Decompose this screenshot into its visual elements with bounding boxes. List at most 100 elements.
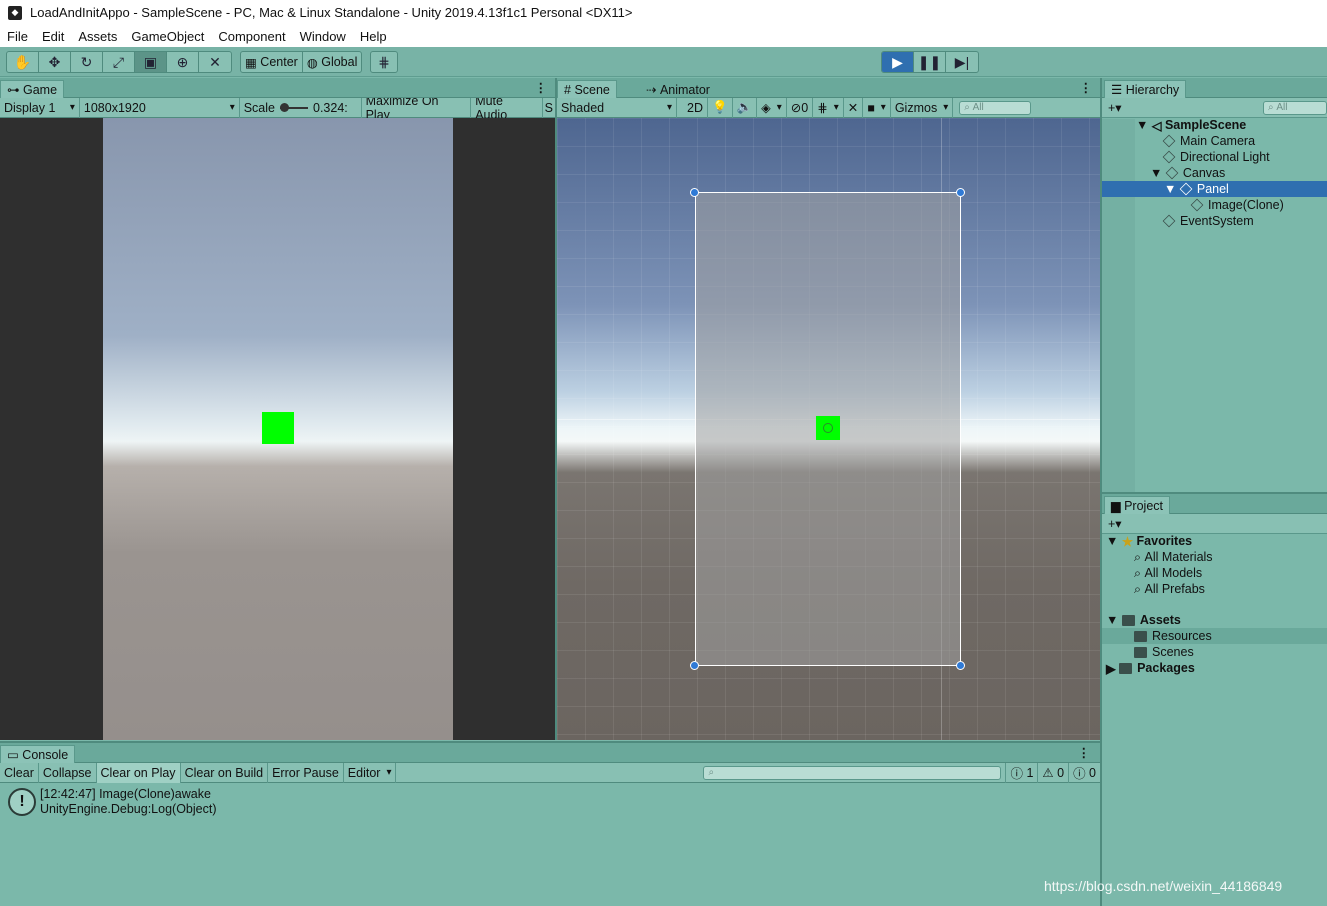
gameobject-icon	[1179, 182, 1193, 196]
fav-all-prefabs[interactable]: ⌕ All Prefabs	[1134, 581, 1205, 597]
transform-tool-icon[interactable]: ⊕	[167, 52, 199, 72]
pivot-global-button[interactable]: ◍ Global	[303, 52, 362, 72]
mute-audio-toggle[interactable]: Mute Audio	[471, 94, 543, 122]
display-dropdown[interactable]: Display 1	[0, 97, 80, 118]
tree-item-eventsystem[interactable]: EventSystem	[1162, 213, 1254, 229]
console-clear-on-build-button[interactable]: Clear on Build	[181, 762, 269, 783]
menu-assets[interactable]: Assets	[71, 29, 124, 44]
console-clear-on-play-button[interactable]: Clear on Play	[96, 762, 181, 783]
tree-item-canvas[interactable]: ▼ Canvas	[1150, 165, 1225, 181]
scale-tool-icon[interactable]: ⤢	[103, 52, 135, 72]
tree-item-panel[interactable]: ▼ Panel	[1102, 181, 1327, 197]
animator-icon: ⇢	[646, 83, 660, 97]
add-icon[interactable]: +▾	[1108, 516, 1122, 531]
tab-game-label: Game	[22, 82, 58, 97]
audio-icon[interactable]: 🔈	[733, 97, 758, 118]
grid-toggle-icon[interactable]: ⋕	[813, 97, 844, 118]
tab-console[interactable]: ▭ Console	[0, 745, 76, 763]
scene-viewport[interactable]	[557, 118, 1100, 740]
move-tool-icon[interactable]: ✥	[39, 52, 71, 72]
menu-window[interactable]: Window	[293, 29, 353, 44]
tab-console-label: Console	[22, 747, 69, 762]
rect-tool-icon[interactable]: ▣	[135, 52, 167, 72]
error-icon: ⓘ	[1073, 767, 1090, 781]
hidden-objects-toggle[interactable]: ⊘ 0	[787, 97, 814, 118]
menu-help[interactable]: Help	[353, 29, 394, 44]
lighting-icon[interactable]: 💡	[708, 97, 733, 118]
menu-edit[interactable]: Edit	[35, 29, 71, 44]
packages-header[interactable]: ▶ Packages	[1106, 660, 1195, 676]
game-menu-icon[interactable]: ⋮	[535, 80, 548, 95]
scale-slider-track[interactable]	[280, 102, 308, 112]
pivot-center-button[interactable]: ▦ Center	[241, 52, 303, 72]
scale-slider[interactable]: Scale 0.324:	[240, 97, 362, 118]
console-clear-button[interactable]: Clear	[0, 762, 39, 783]
maximize-on-play-toggle[interactable]: Maximize On Play	[362, 94, 472, 122]
tree-item-main-camera[interactable]: Main Camera	[1162, 133, 1255, 149]
menu-component[interactable]: Component	[211, 29, 292, 44]
hand-tool-icon[interactable]: ✋	[7, 52, 39, 72]
tab-scene-label: Scene	[574, 82, 610, 97]
assets-label: Assets	[1139, 613, 1181, 627]
console-log-toggle[interactable]: ⓘ 1	[1005, 762, 1039, 783]
stats-toggle[interactable]: S	[543, 98, 555, 118]
tab-animator[interactable]: ⇢ Animator	[639, 80, 717, 98]
scene-menu-icon[interactable]: ⋮	[1080, 80, 1093, 95]
mode-2d-toggle[interactable]: 2D	[683, 97, 708, 118]
gameobject-icon	[1165, 166, 1179, 180]
scene-search-input[interactable]: ⌕ All	[959, 100, 1032, 115]
gameobject-icon	[1162, 134, 1176, 148]
console-entry-message: [12:42:47] Image(Clone)awake	[40, 787, 211, 801]
game-viewport[interactable]	[0, 118, 555, 740]
pause-button[interactable]: ❚❚	[914, 52, 946, 72]
fav-all-materials[interactable]: ⌕ All Materials	[1134, 549, 1213, 565]
rotate-tool-icon[interactable]: ↻	[71, 52, 103, 72]
tree-item-image-clone[interactable]: Image(Clone)	[1190, 197, 1284, 213]
custom-tool-icon[interactable]: ✕	[199, 52, 231, 72]
tab-scene[interactable]: # Scene	[557, 80, 617, 98]
rect-handle-bottom-right[interactable]	[956, 661, 965, 670]
shading-value: Shaded	[561, 100, 605, 115]
rect-handle-top-right[interactable]	[956, 188, 965, 197]
play-button[interactable]: ▶	[882, 52, 914, 72]
hierarchy-search-input[interactable]: ⌕ All	[1263, 100, 1327, 115]
shading-dropdown[interactable]: Shaded	[557, 97, 677, 118]
fav-all-models[interactable]: ⌕ All Models	[1134, 565, 1202, 581]
tree-scene[interactable]: ▼ ◁ SampleScene	[1136, 117, 1246, 133]
scene-green-image[interactable]	[816, 416, 840, 440]
grid-snap-icon[interactable]: ⋕	[371, 52, 397, 72]
console-search-input[interactable]: ⌕	[703, 765, 1002, 780]
tab-game[interactable]: ⊶ Game	[0, 80, 65, 98]
console-error-pause-button[interactable]: Error Pause	[268, 762, 344, 783]
console-warning-toggle[interactable]: ⚠ 0	[1038, 762, 1070, 783]
console-editor-dropdown[interactable]: Editor	[344, 762, 397, 783]
step-button[interactable]: ▶|	[946, 52, 978, 72]
console-collapse-button[interactable]: Collapse	[39, 762, 97, 783]
camera-icon[interactable]: ■	[863, 97, 891, 118]
tree-item-directional-light[interactable]: Directional Light	[1162, 149, 1270, 165]
menu-gameobject[interactable]: GameObject	[124, 29, 211, 44]
console-menu-icon[interactable]: ⋮	[1078, 745, 1091, 760]
folder-resources[interactable]: Resources	[1102, 628, 1327, 644]
tab-hierarchy-label: Hierarchy	[1125, 82, 1180, 97]
favorites-header[interactable]: ▼ ★ Favorites	[1106, 533, 1192, 549]
effects-icon[interactable]: ◈	[757, 97, 787, 118]
assets-header[interactable]: ▼ Assets	[1106, 612, 1181, 628]
tab-hierarchy[interactable]: ☰ Hierarchy	[1104, 80, 1187, 98]
rect-handle-top-left[interactable]	[690, 188, 699, 197]
gizmos-dropdown[interactable]: Gizmos	[891, 97, 954, 118]
hierarchy-tab-row: ☰ Hierarchy	[1102, 78, 1327, 98]
fav-label: All Materials	[1144, 550, 1213, 564]
gizmos-label: Gizmos	[894, 100, 938, 115]
add-icon[interactable]: +▾	[1108, 100, 1122, 115]
folder-scenes[interactable]: Scenes	[1134, 644, 1194, 660]
menu-file[interactable]: File	[0, 29, 35, 44]
resolution-dropdown[interactable]: 1080x1920	[80, 97, 240, 118]
rect-handle-bottom-left[interactable]	[690, 661, 699, 670]
tab-project[interactable]: ▆ Project	[1104, 496, 1170, 514]
tools-icon[interactable]: ✕	[844, 97, 864, 118]
console-button-label: Collapse	[42, 765, 92, 780]
console-entry[interactable]: ! [12:42:47] Image(Clone)awake UnityEngi…	[0, 785, 1100, 819]
scene-toolbar: Shaded 2D 💡 🔈 ◈ ⊘0 ⋕ ✕ ■ Gizmos ⌕ All	[557, 97, 1100, 118]
console-error-toggle[interactable]: ⓘ 0	[1069, 763, 1100, 783]
